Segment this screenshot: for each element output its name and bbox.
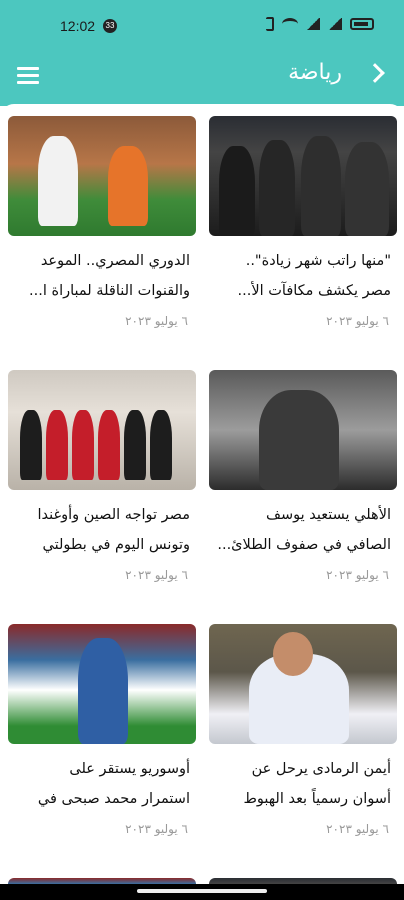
article-date: ٦ يوليو ٢٠٢٣ [125,314,188,328]
notification-badge: 33 [103,19,117,33]
article-card[interactable]: مصر تواجه الصين وأوغندا وتونس اليوم في ب… [8,370,196,610]
menu-icon[interactable] [17,67,39,85]
article-image [8,624,196,744]
article-date: ٦ يوليو ٢٠٢٣ [326,568,389,582]
content-area: "منها راتب شهر زيادة".. مصر يكشف مكافآت … [0,104,404,884]
article-title[interactable]: مصر تواجه الصين وأوغندا وتونس اليوم في ب… [12,500,190,560]
article-card[interactable]: أيمن الرمادى يرحل عن أسوان رسمياً بعد ال… [209,624,397,864]
back-arrow-icon[interactable] [365,63,385,83]
article-card[interactable]: الدوري المصري.. الموعد والقنوات الناقلة … [8,116,196,356]
article-card[interactable]: "منها راتب شهر زيادة".. مصر يكشف مكافآت … [209,116,397,356]
article-image [209,370,397,490]
article-date: ٦ يوليو ٢٠٢٣ [125,822,188,836]
article-title[interactable]: "منها راتب شهر زيادة".. مصر يكشف مكافآت … [213,246,391,306]
article-image [209,116,397,236]
article-date: ٦ يوليو ٢٠٢٣ [326,314,389,328]
article-card[interactable]: الأهلي يستعيد يوسف الصافي في صفوف الطلائ… [209,370,397,610]
wifi-icon [282,18,298,30]
app-bar: رياضة [0,50,404,106]
status-icons [266,17,374,31]
battery-icon [350,18,374,30]
system-nav-bar [0,884,404,900]
home-handle[interactable] [137,889,267,893]
article-image [209,624,397,744]
status-time: 12:02 [60,18,96,34]
article-title[interactable]: الأهلي يستعيد يوسف الصافي في صفوف الطلائ… [213,500,391,560]
status-bar: 12:02 33 [0,0,404,50]
article-date: ٦ يوليو ٢٠٢٣ [125,568,188,582]
page-title: رياضة [288,60,342,85]
article-card[interactable]: أوسوريو يستقر على استمرار محمد صبحى في ٦… [8,624,196,864]
article-image [8,370,196,490]
article-title[interactable]: أيمن الرمادى يرحل عن أسوان رسمياً بعد ال… [213,754,391,814]
article-date: ٦ يوليو ٢٠٢٣ [326,822,389,836]
bluetooth-icon [266,17,274,31]
signal-icon-2 [328,18,342,30]
article-image [8,116,196,236]
article-title[interactable]: الدوري المصري.. الموعد والقنوات الناقلة … [12,246,190,306]
article-title[interactable]: أوسوريو يستقر على استمرار محمد صبحى في [12,754,190,814]
signal-icon [306,18,320,30]
